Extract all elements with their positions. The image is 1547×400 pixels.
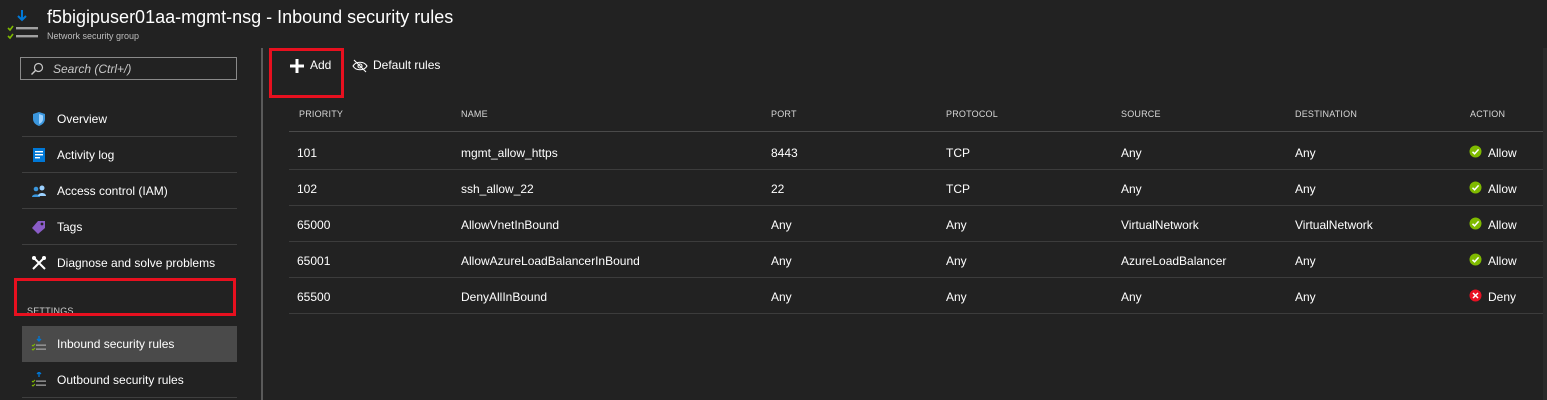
cell-priority: 65001 <box>297 254 331 268</box>
sidebar-item-activity-log[interactable]: Activity log <box>22 137 237 173</box>
cell-source: AzureLoadBalancer <box>1121 254 1227 268</box>
cell-protocol: TCP <box>946 182 970 196</box>
cell-priority: 65000 <box>297 218 331 232</box>
table-row[interactable]: 65000 AllowVnetInBound Any Any VirtualNe… <box>289 206 1547 242</box>
nsg-rules-icon <box>7 10 38 40</box>
sidebar-item-label: Overview <box>57 112 108 126</box>
table-row[interactable]: 101 mgmt_allow_https 8443 TCP Any Any Al… <box>289 134 1547 170</box>
sidebar-item-label: Activity log <box>57 148 115 162</box>
shield-icon <box>33 112 45 126</box>
search-icon <box>31 62 44 75</box>
scrollbar[interactable] <box>1543 48 1547 400</box>
search-box[interactable] <box>20 57 237 80</box>
outbound-rules-icon <box>31 372 46 387</box>
settings-heading: SETTINGS <box>27 306 74 316</box>
sidebar-item-label: Tags <box>57 220 83 234</box>
cell-priority: 102 <box>297 182 318 196</box>
cell-name: ssh_allow_22 <box>461 182 534 196</box>
cell-name: DenyAllInBound <box>461 290 548 304</box>
page-title: f5bigipuser01aa-mgmt-nsg - Inbound secur… <box>47 7 454 27</box>
default-rules-button[interactable]: Default rules <box>352 55 452 77</box>
cell-port: Any <box>771 254 792 268</box>
sidebar: Overview Activity log Access control (IA… <box>0 45 262 400</box>
cell-action: Allow <box>1488 182 1517 196</box>
column-header-destination[interactable]: DESTINATION <box>1295 109 1357 119</box>
cell-action: Allow <box>1488 218 1517 232</box>
add-button[interactable]: Add <box>289 55 339 77</box>
column-header-priority[interactable]: PRIORITY <box>299 109 343 119</box>
column-header-protocol[interactable]: PROTOCOL <box>946 109 998 119</box>
wrench-icon <box>32 256 46 270</box>
check-circle-icon <box>1469 217 1482 230</box>
search-input[interactable] <box>53 58 233 79</box>
activity-log-icon <box>33 148 45 162</box>
check-circle-icon <box>1469 181 1482 194</box>
sidebar-item-diagnose[interactable]: Diagnose and solve problems <box>22 245 237 281</box>
cell-protocol: Any <box>946 254 967 268</box>
cell-name: mgmt_allow_https <box>461 146 558 160</box>
sidebar-item-overview[interactable]: Overview <box>22 101 237 137</box>
cell-protocol: Any <box>946 290 967 304</box>
cell-port: 22 <box>771 182 785 196</box>
cell-source: VirtualNetwork <box>1121 218 1199 232</box>
tag-icon <box>32 221 45 234</box>
sidebar-item-outbound-security-rules[interactable]: Outbound security rules <box>22 362 237 398</box>
sidebar-item-tags[interactable]: Tags <box>22 209 237 245</box>
cell-destination: Any <box>1295 290 1316 304</box>
sidebar-item-access-control[interactable]: Access control (IAM) <box>22 173 237 209</box>
cell-name: AllowVnetInBound <box>461 218 560 232</box>
column-header-name[interactable]: NAME <box>461 109 488 119</box>
check-circle-icon <box>1469 253 1482 266</box>
cell-source: Any <box>1121 182 1142 196</box>
eye-hidden-icon <box>352 59 368 73</box>
table-row[interactable]: 102 ssh_allow_22 22 TCP Any Any Allow <box>289 170 1547 206</box>
people-icon <box>32 185 46 197</box>
sidebar-item-label: Access control (IAM) <box>57 184 168 198</box>
cell-port: Any <box>771 218 792 232</box>
header-divider <box>289 131 1547 132</box>
cell-destination: Any <box>1295 254 1316 268</box>
sidebar-item-inbound-security-rules[interactable]: Inbound security rules <box>22 326 237 362</box>
sidebar-item-label: Outbound security rules <box>57 373 184 387</box>
cell-source: Any <box>1121 146 1142 160</box>
cell-name: AllowAzureLoadBalancerInBound <box>461 254 640 268</box>
cell-action: Allow <box>1488 146 1517 160</box>
sidebar-divider <box>261 48 263 400</box>
inbound-rules-icon <box>31 336 46 351</box>
check-circle-icon <box>1469 145 1482 158</box>
blade-header: f5bigipuser01aa-mgmt-nsg - Inbound secur… <box>0 0 1547 45</box>
cell-port: Any <box>771 290 792 304</box>
table-row[interactable]: 65500 DenyAllInBound Any Any Any Any Den… <box>289 278 1547 314</box>
sidebar-item-label: Inbound security rules <box>57 337 175 351</box>
page-subtitle: Network security group <box>47 31 140 41</box>
default-rules-label: Default rules <box>373 58 441 72</box>
column-header-action[interactable]: ACTION <box>1470 109 1505 119</box>
cell-destination: Any <box>1295 146 1316 160</box>
plus-icon <box>290 59 304 73</box>
cell-destination: Any <box>1295 182 1316 196</box>
cell-destination: VirtualNetwork <box>1295 218 1373 232</box>
sidebar-item-label: Diagnose and solve problems <box>57 256 216 270</box>
cell-action: Allow <box>1488 254 1517 268</box>
cell-source: Any <box>1121 290 1142 304</box>
column-header-source[interactable]: SOURCE <box>1121 109 1161 119</box>
cell-priority: 101 <box>297 146 318 160</box>
cell-port: 8443 <box>771 146 798 160</box>
cell-protocol: Any <box>946 218 967 232</box>
cell-protocol: TCP <box>946 146 970 160</box>
cell-action: Deny <box>1488 290 1517 304</box>
cell-priority: 65500 <box>297 290 331 304</box>
column-header-port[interactable]: PORT <box>771 109 797 119</box>
table-row[interactable]: 65001 AllowAzureLoadBalancerInBound Any … <box>289 242 1547 278</box>
add-button-label: Add <box>310 58 332 72</box>
deny-circle-icon <box>1469 289 1482 302</box>
